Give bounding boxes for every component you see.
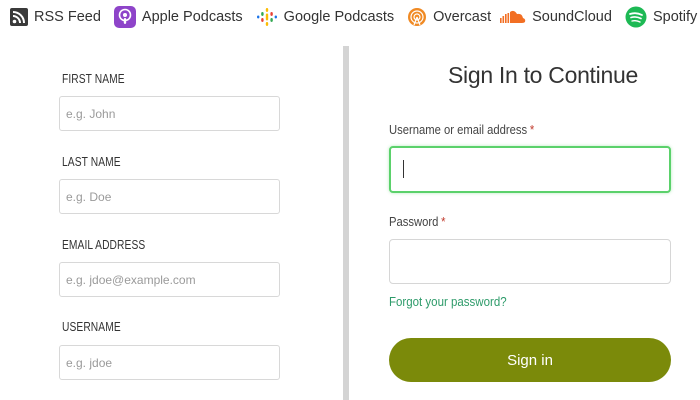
podcast-label: Apple Podcasts (141, 9, 243, 25)
signin-username-label: Username or email address * (389, 123, 534, 137)
podcast-label: Google Podcasts (283, 9, 395, 25)
signin-password-label: Password * (389, 215, 445, 229)
podcast-link-apple[interactable]: Apple Podcasts (110, 0, 248, 34)
sign-in-button[interactable]: Sign in (389, 338, 671, 382)
first-name-label: FIRST NAME (62, 72, 125, 86)
podcast-link-spotify[interactable]: Spotify (621, 0, 700, 34)
podcast-label: Spotify (652, 9, 698, 25)
signin-title: Sign In to Continue (448, 62, 638, 88)
google-podcasts-icon (256, 6, 278, 28)
podcast-label: Overcast (433, 9, 492, 25)
email-address-input[interactable] (59, 262, 280, 297)
username-label: USERNAME (62, 320, 121, 334)
overcast-icon (407, 7, 427, 27)
email-address-label: EMAIL ADDRESS (62, 238, 146, 252)
forgot-password-link[interactable]: Forgot your password? (389, 295, 507, 309)
podcast-link-google[interactable]: Google Podcasts (252, 0, 399, 34)
username-input[interactable] (59, 345, 280, 380)
podcast-label: SoundCloud (532, 9, 612, 25)
spotify-icon (625, 6, 647, 28)
podcast-label: RSS Feed (34, 9, 101, 25)
rss-icon (10, 8, 28, 26)
signin-password-input[interactable] (389, 239, 671, 284)
last-name-input[interactable] (59, 179, 280, 214)
registration-form: FIRST NAME LAST NAME EMAIL ADDRESS USERN… (0, 34, 342, 400)
signin-panel: Sign In to Continue Username or email ad… (350, 34, 700, 400)
signin-password-label-text: Password (389, 215, 439, 229)
podcast-link-rss[interactable]: RSS Feed (6, 0, 106, 34)
last-name-label: LAST NAME (62, 155, 121, 169)
podcast-link-soundcloud[interactable]: SoundCloud (496, 0, 617, 34)
column-divider (343, 46, 349, 400)
podcast-subscribe-bar: RSS Feed Apple Podcasts Google Podcasts … (0, 0, 700, 34)
signin-username-input[interactable] (389, 146, 671, 193)
podcast-link-overcast[interactable]: Overcast (403, 0, 496, 34)
apple-podcasts-icon (113, 6, 136, 28)
first-name-input[interactable] (59, 96, 280, 131)
required-mark: * (529, 123, 535, 137)
signin-username-label-text: Username or email address (389, 123, 528, 137)
soundcloud-icon (500, 9, 526, 25)
text-caret (403, 160, 404, 178)
required-mark: * (441, 215, 446, 229)
